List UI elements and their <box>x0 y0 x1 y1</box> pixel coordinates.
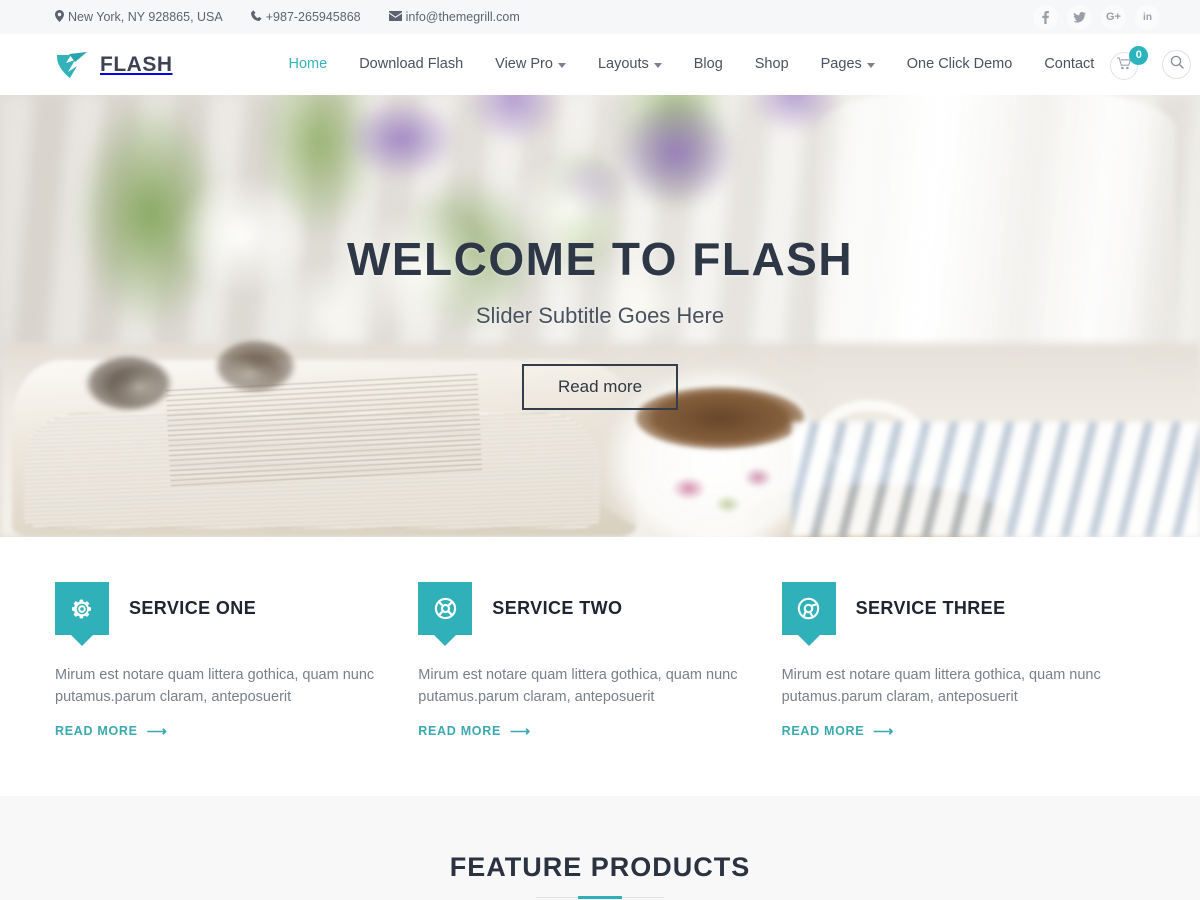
gear-icon <box>55 582 109 635</box>
nav-label: Blog <box>693 56 723 72</box>
nav-item-pages[interactable]: Pages <box>805 34 891 95</box>
header-actions: 0 <box>1110 45 1192 80</box>
nav-label: One Click Demo <box>906 56 1013 72</box>
services-section: SERVICE ONE Mirum est notare quam litter… <box>0 537 1200 797</box>
search-icon <box>1170 55 1184 74</box>
arrow-right-icon: ⟶ <box>146 723 168 740</box>
social-link-google-plus[interactable]: G+ <box>1101 4 1126 30</box>
chevron-down-icon <box>653 63 662 68</box>
flash-bird-logo-icon <box>55 50 89 80</box>
feature-products-section: FEATURE PRODUCTS Collaboratively adminis… <box>0 796 1200 900</box>
read-more-label: READ MORE <box>418 724 501 739</box>
hero-slider: WELCOME TO FLASH Slider Subtitle Goes He… <box>0 95 1200 537</box>
feature-products-title: FEATURE PRODUCTS <box>449 852 751 883</box>
top-bar-contact-info: New York, NY 928865, USA +987-265945868 … <box>55 9 520 25</box>
envelope-icon <box>388 10 402 24</box>
google-plus-icon: G+ <box>1106 11 1121 23</box>
address-text: New York, NY 928865, USA <box>68 10 223 24</box>
service-card-two: SERVICE TWO Mirum est notare quam litter… <box>418 582 781 740</box>
social-link-twitter[interactable] <box>1067 4 1092 30</box>
logo-text: FLASH <box>100 52 173 76</box>
read-more-label: READ MORE <box>55 724 138 739</box>
nav-item-layouts[interactable]: Layouts <box>582 34 678 95</box>
nav-item-shop[interactable]: Shop <box>739 34 805 95</box>
chevron-down-icon <box>557 63 566 68</box>
phone-icon <box>250 10 262 24</box>
service-header: SERVICE THREE <box>781 582 1107 635</box>
nav-item-one-click-demo[interactable]: One Click Demo <box>891 34 1029 95</box>
hero-subtitle: Slider Subtitle Goes Here <box>475 303 725 329</box>
arrow-right-icon: ⟶ <box>510 723 531 740</box>
service-title: SERVICE ONE <box>129 598 257 618</box>
section-title-underline <box>536 897 664 899</box>
search-button[interactable] <box>1162 50 1192 79</box>
site-header: FLASH Home Download Flash View Pro Layou… <box>0 34 1200 95</box>
arrow-right-icon: ⟶ <box>873 723 895 740</box>
life-ring-icon <box>418 582 473 635</box>
address-item: New York, NY 928865, USA <box>55 9 223 25</box>
service-read-more-link[interactable]: READ MORE ⟶ <box>782 724 894 738</box>
service-header: SERVICE ONE <box>55 582 380 635</box>
nav-item-view-pro[interactable]: View Pro <box>479 34 582 95</box>
phone-item: +987-265945868 <box>250 10 361 24</box>
hero-title: WELCOME TO FLASH <box>346 233 854 285</box>
nav-label: Pages <box>820 56 862 72</box>
site-logo[interactable]: FLASH <box>55 50 173 80</box>
nav-label: Home <box>288 56 328 72</box>
nav-item-download-flash[interactable]: Download Flash <box>343 34 479 95</box>
facebook-icon <box>1042 10 1049 24</box>
read-more-label: READ MORE <box>781 724 865 739</box>
service-description: Mirum est notare quam littera gothica, q… <box>781 667 1101 706</box>
service-title: SERVICE TWO <box>492 598 623 618</box>
email-text: info@themegrill.com <box>405 10 520 24</box>
social-links: G+ in <box>1033 4 1160 30</box>
service-description: Mirum est notare quam littera gothica, q… <box>55 667 375 706</box>
nav-label: Download Flash <box>359 56 464 72</box>
hero-content: WELCOME TO FLASH Slider Subtitle Goes He… <box>0 95 1200 537</box>
twitter-icon <box>1073 11 1086 23</box>
nav-label: Layouts <box>597 56 649 72</box>
chevron-down-icon <box>866 63 875 68</box>
social-link-linkedin[interactable]: in <box>1135 4 1160 30</box>
main-navigation: Home Download Flash View Pro Layouts Blo… <box>273 34 1111 95</box>
nav-label: View Pro <box>495 56 553 72</box>
service-header: SERVICE TWO <box>418 582 743 635</box>
nav-item-contact[interactable]: Contact <box>1028 34 1110 95</box>
service-title: SERVICE THREE <box>855 598 1006 618</box>
linkedin-icon: in <box>1143 11 1152 23</box>
service-card-one: SERVICE ONE Mirum est notare quam litter… <box>55 582 418 740</box>
cart-button[interactable]: 0 <box>1110 45 1149 80</box>
service-card-three: SERVICE THREE Mirum est notare quam litt… <box>781 582 1145 740</box>
nav-label: Contact <box>1044 56 1095 72</box>
nav-item-home[interactable]: Home <box>273 34 344 95</box>
chrome-icon <box>781 582 836 635</box>
service-read-more-link[interactable]: READ MORE ⟶ <box>55 724 167 738</box>
top-bar: New York, NY 928865, USA +987-265945868 … <box>0 0 1200 34</box>
location-pin-icon <box>55 9 64 25</box>
service-read-more-link[interactable]: READ MORE ⟶ <box>418 724 530 738</box>
hero-read-more-button[interactable]: Read more <box>521 364 679 411</box>
service-description: Mirum est notare quam littera gothica, q… <box>418 667 738 706</box>
phone-text: +987-265945868 <box>265 10 361 24</box>
email-item: info@themegrill.com <box>388 10 520 24</box>
cart-count-badge: 0 <box>1129 45 1149 65</box>
social-link-facebook[interactable] <box>1033 4 1058 30</box>
nav-item-blog[interactable]: Blog <box>678 34 739 95</box>
nav-label: Shop <box>754 56 789 72</box>
